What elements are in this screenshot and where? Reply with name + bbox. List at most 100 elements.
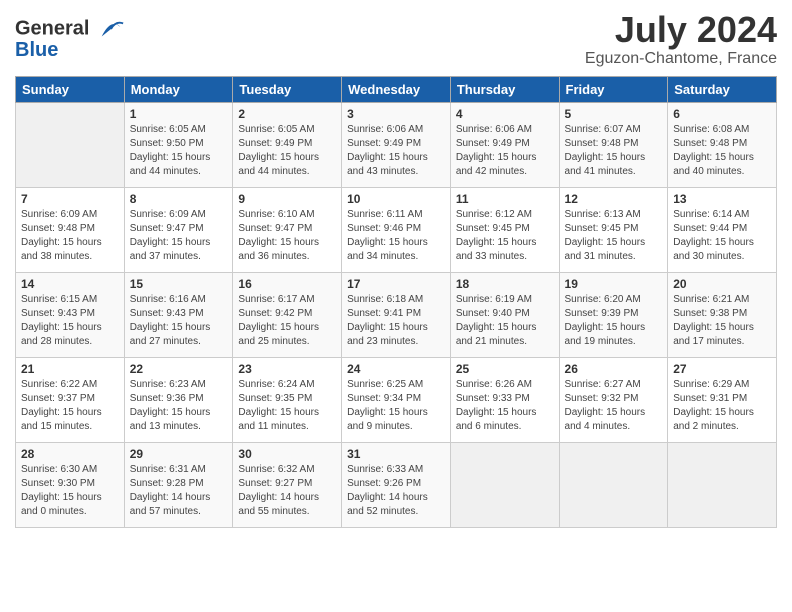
day-cell: 16 Sunrise: 6:17 AM Sunset: 9:42 PM Dayl… <box>233 272 342 357</box>
sunrise-text: Sunrise: 6:05 AM <box>238 123 336 137</box>
sunset-text: Sunset: 9:48 PM <box>673 137 771 151</box>
day-info: Sunrise: 6:05 AM Sunset: 9:49 PM Dayligh… <box>238 123 336 179</box>
daylight-text: Daylight: 15 hours and 34 minutes. <box>347 236 445 264</box>
sunrise-text: Sunrise: 6:22 AM <box>21 378 119 392</box>
day-number: 7 <box>21 192 119 206</box>
sunset-text: Sunset: 9:42 PM <box>238 307 336 321</box>
daylight-text: Daylight: 14 hours and 52 minutes. <box>347 491 445 519</box>
sunset-text: Sunset: 9:49 PM <box>456 137 554 151</box>
sunset-text: Sunset: 9:43 PM <box>21 307 119 321</box>
daylight-text: Daylight: 15 hours and 6 minutes. <box>456 406 554 434</box>
daylight-text: Daylight: 14 hours and 55 minutes. <box>238 491 336 519</box>
day-number: 10 <box>347 192 445 206</box>
logo: General Blue <box>15 15 125 62</box>
day-number: 23 <box>238 362 336 376</box>
sunset-text: Sunset: 9:31 PM <box>673 392 771 406</box>
header-cell-tuesday: Tuesday <box>233 76 342 102</box>
sunset-text: Sunset: 9:27 PM <box>238 477 336 491</box>
day-cell <box>559 442 668 527</box>
day-cell: 31 Sunrise: 6:33 AM Sunset: 9:26 PM Dayl… <box>342 442 451 527</box>
sunrise-text: Sunrise: 6:05 AM <box>130 123 228 137</box>
sunset-text: Sunset: 9:33 PM <box>456 392 554 406</box>
day-info: Sunrise: 6:09 AM Sunset: 9:47 PM Dayligh… <box>130 208 228 264</box>
title-area: July 2024 Eguzon-Chantome, France <box>585 10 777 68</box>
daylight-text: Daylight: 15 hours and 4 minutes. <box>565 406 663 434</box>
day-info: Sunrise: 6:31 AM Sunset: 9:28 PM Dayligh… <box>130 463 228 519</box>
day-number: 26 <box>565 362 663 376</box>
sunrise-text: Sunrise: 6:26 AM <box>456 378 554 392</box>
day-cell: 24 Sunrise: 6:25 AM Sunset: 9:34 PM Dayl… <box>342 357 451 442</box>
day-cell <box>450 442 559 527</box>
day-info: Sunrise: 6:18 AM Sunset: 9:41 PM Dayligh… <box>347 293 445 349</box>
day-info: Sunrise: 6:29 AM Sunset: 9:31 PM Dayligh… <box>673 378 771 434</box>
day-number: 15 <box>130 277 228 291</box>
day-info: Sunrise: 6:10 AM Sunset: 9:47 PM Dayligh… <box>238 208 336 264</box>
daylight-text: Daylight: 15 hours and 17 minutes. <box>673 321 771 349</box>
day-cell: 11 Sunrise: 6:12 AM Sunset: 9:45 PM Dayl… <box>450 187 559 272</box>
week-row-4: 21 Sunrise: 6:22 AM Sunset: 9:37 PM Dayl… <box>16 357 777 442</box>
day-cell: 4 Sunrise: 6:06 AM Sunset: 9:49 PM Dayli… <box>450 102 559 187</box>
week-row-3: 14 Sunrise: 6:15 AM Sunset: 9:43 PM Dayl… <box>16 272 777 357</box>
day-cell: 23 Sunrise: 6:24 AM Sunset: 9:35 PM Dayl… <box>233 357 342 442</box>
sunrise-text: Sunrise: 6:16 AM <box>130 293 228 307</box>
day-info: Sunrise: 6:15 AM Sunset: 9:43 PM Dayligh… <box>21 293 119 349</box>
header-cell-saturday: Saturday <box>668 76 777 102</box>
day-number: 13 <box>673 192 771 206</box>
sunrise-text: Sunrise: 6:19 AM <box>456 293 554 307</box>
day-number: 4 <box>456 107 554 121</box>
sunset-text: Sunset: 9:48 PM <box>565 137 663 151</box>
sunrise-text: Sunrise: 6:07 AM <box>565 123 663 137</box>
sunrise-text: Sunrise: 6:24 AM <box>238 378 336 392</box>
daylight-text: Daylight: 15 hours and 27 minutes. <box>130 321 228 349</box>
sunrise-text: Sunrise: 6:17 AM <box>238 293 336 307</box>
week-row-1: 1 Sunrise: 6:05 AM Sunset: 9:50 PM Dayli… <box>16 102 777 187</box>
daylight-text: Daylight: 15 hours and 36 minutes. <box>238 236 336 264</box>
day-cell: 5 Sunrise: 6:07 AM Sunset: 9:48 PM Dayli… <box>559 102 668 187</box>
day-info: Sunrise: 6:08 AM Sunset: 9:48 PM Dayligh… <box>673 123 771 179</box>
day-info: Sunrise: 6:33 AM Sunset: 9:26 PM Dayligh… <box>347 463 445 519</box>
day-info: Sunrise: 6:25 AM Sunset: 9:34 PM Dayligh… <box>347 378 445 434</box>
sunset-text: Sunset: 9:40 PM <box>456 307 554 321</box>
day-cell: 7 Sunrise: 6:09 AM Sunset: 9:48 PM Dayli… <box>16 187 125 272</box>
day-number: 28 <box>21 447 119 461</box>
sunset-text: Sunset: 9:34 PM <box>347 392 445 406</box>
sunrise-text: Sunrise: 6:14 AM <box>673 208 771 222</box>
day-info: Sunrise: 6:07 AM Sunset: 9:48 PM Dayligh… <box>565 123 663 179</box>
sunrise-text: Sunrise: 6:25 AM <box>347 378 445 392</box>
daylight-text: Daylight: 15 hours and 23 minutes. <box>347 321 445 349</box>
daylight-text: Daylight: 15 hours and 21 minutes. <box>456 321 554 349</box>
day-number: 22 <box>130 362 228 376</box>
header-cell-thursday: Thursday <box>450 76 559 102</box>
sunset-text: Sunset: 9:46 PM <box>347 222 445 236</box>
sunset-text: Sunset: 9:36 PM <box>130 392 228 406</box>
sunrise-text: Sunrise: 6:06 AM <box>347 123 445 137</box>
day-info: Sunrise: 6:11 AM Sunset: 9:46 PM Dayligh… <box>347 208 445 264</box>
day-cell: 25 Sunrise: 6:26 AM Sunset: 9:33 PM Dayl… <box>450 357 559 442</box>
day-info: Sunrise: 6:05 AM Sunset: 9:50 PM Dayligh… <box>130 123 228 179</box>
daylight-text: Daylight: 15 hours and 33 minutes. <box>456 236 554 264</box>
day-number: 19 <box>565 277 663 291</box>
day-cell: 12 Sunrise: 6:13 AM Sunset: 9:45 PM Dayl… <box>559 187 668 272</box>
day-cell: 27 Sunrise: 6:29 AM Sunset: 9:31 PM Dayl… <box>668 357 777 442</box>
day-cell: 29 Sunrise: 6:31 AM Sunset: 9:28 PM Dayl… <box>124 442 233 527</box>
day-number: 21 <box>21 362 119 376</box>
day-info: Sunrise: 6:06 AM Sunset: 9:49 PM Dayligh… <box>456 123 554 179</box>
sunset-text: Sunset: 9:39 PM <box>565 307 663 321</box>
header-cell-sunday: Sunday <box>16 76 125 102</box>
daylight-text: Daylight: 15 hours and 13 minutes. <box>130 406 228 434</box>
day-cell <box>16 102 125 187</box>
day-info: Sunrise: 6:14 AM Sunset: 9:44 PM Dayligh… <box>673 208 771 264</box>
sunset-text: Sunset: 9:44 PM <box>673 222 771 236</box>
sunrise-text: Sunrise: 6:09 AM <box>21 208 119 222</box>
week-row-5: 28 Sunrise: 6:30 AM Sunset: 9:30 PM Dayl… <box>16 442 777 527</box>
day-cell: 13 Sunrise: 6:14 AM Sunset: 9:44 PM Dayl… <box>668 187 777 272</box>
day-info: Sunrise: 6:12 AM Sunset: 9:45 PM Dayligh… <box>456 208 554 264</box>
sunset-text: Sunset: 9:47 PM <box>238 222 336 236</box>
day-info: Sunrise: 6:30 AM Sunset: 9:30 PM Dayligh… <box>21 463 119 519</box>
sunrise-text: Sunrise: 6:18 AM <box>347 293 445 307</box>
day-number: 8 <box>130 192 228 206</box>
day-info: Sunrise: 6:21 AM Sunset: 9:38 PM Dayligh… <box>673 293 771 349</box>
sunrise-text: Sunrise: 6:08 AM <box>673 123 771 137</box>
daylight-text: Daylight: 15 hours and 19 minutes. <box>565 321 663 349</box>
day-cell: 1 Sunrise: 6:05 AM Sunset: 9:50 PM Dayli… <box>124 102 233 187</box>
